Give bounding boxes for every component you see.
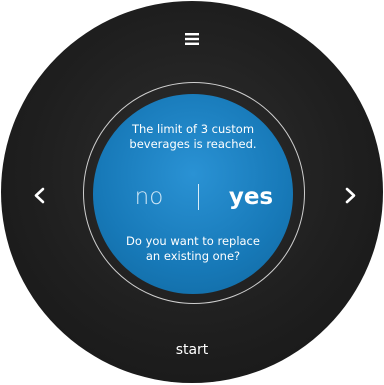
chevron-right-icon[interactable] [336,180,366,210]
chevron-left-icon[interactable] [24,180,54,210]
choice-divider [198,184,199,210]
start-button[interactable]: start [162,340,222,360]
display-screen: The limit of 3 custom beverages is reach… [93,94,293,294]
replace-question: Do you want to replace an existing one? [126,234,260,263]
choice-row: no yes [93,182,293,212]
coffee-machine-dial: The limit of 3 custom beverages is reach… [0,0,384,385]
no-button[interactable]: no [129,182,169,212]
hamburger-menu-icon[interactable] [182,29,202,49]
yes-button[interactable]: yes [221,182,281,212]
limit-message: The limit of 3 custom beverages is reach… [129,122,257,151]
